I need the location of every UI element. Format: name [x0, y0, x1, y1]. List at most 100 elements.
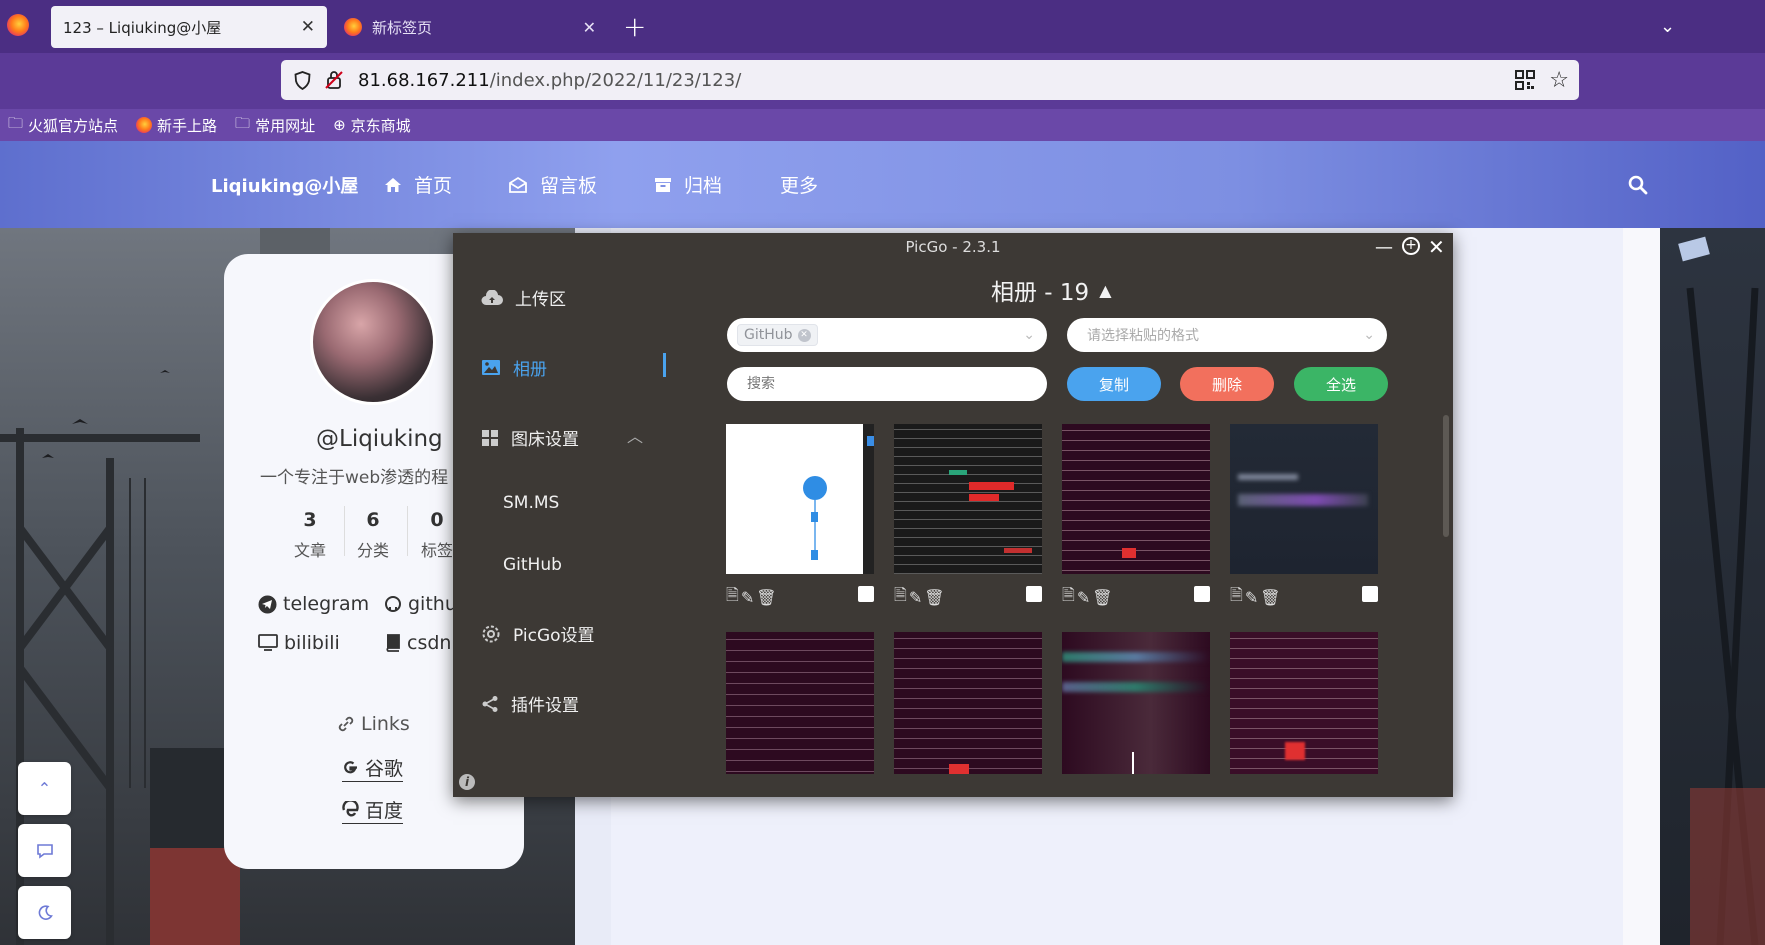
image-checkbox[interactable] [858, 586, 874, 602]
caret-up-icon[interactable]: ▲ [1099, 281, 1111, 300]
tab-close-icon[interactable]: ✕ [583, 18, 596, 37]
document-icon[interactable]: 🗎 [726, 584, 739, 611]
sidebar-label: PicGo设置 [513, 626, 595, 646]
nav-label: 归档 [684, 175, 723, 197]
link-baidu[interactable]: 百度 [342, 796, 404, 824]
minimize-icon[interactable]: — [1375, 237, 1393, 258]
tab-current[interactable]: 123 – Liqiuking@小屋 ✕ [51, 6, 327, 48]
album-image[interactable] [1230, 632, 1378, 774]
document-icon[interactable]: 🗎 [1230, 584, 1243, 611]
nav-home[interactable]: 首页 [384, 141, 452, 228]
folder-icon: 🗀 [235, 113, 251, 132]
site-brand[interactable]: Liqiuking@小屋 [211, 141, 358, 228]
insecure-lock-icon[interactable] [324, 70, 344, 90]
select-all-button[interactable]: 全选 [1294, 367, 1388, 401]
album-image[interactable] [894, 632, 1042, 774]
url-path: /index.php/2022/11/23/123/ [489, 69, 742, 91]
image-checkbox[interactable] [1362, 586, 1378, 602]
shield-icon[interactable] [292, 70, 312, 90]
chevron-up-icon: ⌃ [37, 779, 52, 798]
image-actions: 🗎 ✎ 🗑 [894, 584, 945, 611]
sidebar-item-github[interactable]: GitHub [503, 555, 562, 575]
url-text[interactable]: 81.68.167.211/index.php/2022/11/23/123/ [358, 70, 741, 91]
sidebar-item-smms[interactable]: SM.MS [503, 493, 559, 513]
nav-label: 首页 [414, 175, 453, 197]
sidebar-item-picbed-settings[interactable]: 图床设置 [481, 425, 579, 450]
tag-close-icon[interactable]: ✕ [797, 328, 811, 342]
qr-code-icon[interactable] [1515, 70, 1536, 90]
document-icon[interactable]: 🗎 [1062, 584, 1075, 611]
album-image[interactable] [1230, 424, 1378, 574]
edit-icon[interactable]: ✎ [1077, 588, 1090, 607]
bookmark-item[interactable]: 🗀 火狐官方站点 [8, 113, 118, 138]
tag-label: GitHub [744, 327, 793, 343]
image-checkbox[interactable] [1194, 586, 1210, 602]
trash-icon[interactable]: 🗑 [924, 588, 944, 607]
comment-icon [36, 843, 53, 859]
filter-tag[interactable]: GitHub ✕ [737, 324, 818, 346]
trash-icon[interactable]: 🗑 [1260, 588, 1280, 607]
social-bilibili[interactable]: bilibili [258, 632, 340, 654]
profile-bio: 一个专注于web渗透的程 [260, 468, 449, 488]
sidebar-item-album[interactable]: 相册 [481, 355, 547, 380]
copy-button[interactable]: 复制 [1067, 367, 1161, 401]
nav-guestbook[interactable]: 留言板 [508, 141, 597, 228]
firefox-tab-icon [344, 18, 362, 36]
edit-icon[interactable]: ✎ [909, 588, 922, 607]
bookmark-item[interactable]: 新手上路 [136, 115, 217, 136]
chevron-up-icon[interactable]: ︿ [627, 423, 643, 447]
tab-new-tab[interactable]: 新标签页 ✕ [332, 6, 608, 48]
bookmark-star-icon[interactable]: ☆ [1549, 68, 1569, 93]
new-tab-button[interactable]: + [623, 10, 646, 43]
social-github[interactable]: githul [384, 593, 462, 615]
trash-icon[interactable]: 🗑 [756, 588, 776, 607]
close-icon[interactable]: ✕ [1428, 235, 1445, 259]
delete-button[interactable]: 删除 [1180, 367, 1274, 401]
globe-icon: ⊕ [333, 116, 346, 134]
stat-categories[interactable]: 6 分类 [343, 509, 403, 561]
sidebar-item-upload[interactable]: 上传区 [481, 285, 566, 310]
dark-mode-button[interactable] [18, 886, 71, 939]
firefox-logo-icon[interactable] [7, 14, 29, 36]
links-heading: Links [337, 713, 410, 735]
social-telegram[interactable]: telegram [258, 593, 369, 615]
edit-icon[interactable]: ✎ [741, 588, 754, 607]
edit-icon[interactable]: ✎ [1245, 588, 1258, 607]
bookmark-item[interactable]: 🗀 常用网址 [235, 113, 315, 138]
bookmark-item[interactable]: ⊕ 京东商城 [333, 115, 411, 136]
album-image[interactable] [894, 424, 1042, 574]
link-google[interactable]: 谷歌 [342, 754, 404, 782]
scrollbar-thumb[interactable] [1443, 415, 1449, 537]
stat-value: 6 [366, 509, 380, 531]
window-title: PicGo - 2.3.1 [905, 238, 1001, 256]
scroll-top-button[interactable]: ⌃ [18, 762, 71, 815]
image-icon [482, 360, 500, 375]
sidebar-item-picgo-settings[interactable]: PicGo设置 [481, 621, 595, 646]
sidebar-item-plugin-settings[interactable]: 插件设置 [481, 691, 579, 716]
chevron-down-icon: ⌄ [1363, 327, 1375, 343]
document-icon[interactable]: 🗎 [894, 584, 907, 611]
image-checkbox[interactable] [1026, 586, 1042, 602]
bookmark-label: 常用网址 [255, 116, 316, 135]
picbed-filter-select[interactable]: GitHub ✕ ⌄ [727, 318, 1047, 352]
info-icon[interactable]: i [459, 774, 475, 790]
tab-close-icon[interactable]: ✕ [301, 17, 315, 37]
tab-bar: 123 – Liqiuking@小屋 ✕ 新标签页 ✕ + ⌄ [0, 0, 1765, 53]
album-image[interactable] [726, 632, 874, 774]
nav-more[interactable]: 更多 [780, 141, 818, 228]
album-image[interactable] [1062, 632, 1210, 774]
album-image[interactable] [1062, 424, 1210, 574]
maximize-icon[interactable]: + [1402, 237, 1420, 255]
stat-articles[interactable]: 3 文章 [280, 509, 340, 561]
search-icon[interactable] [1628, 141, 1648, 228]
tab-list-chevron-icon[interactable]: ⌄ [1660, 16, 1675, 37]
social-csdn[interactable]: csdn [384, 632, 451, 654]
nav-archive[interactable]: 归档 [654, 141, 722, 228]
trash-icon[interactable]: 🗑 [1092, 588, 1112, 607]
url-bar[interactable]: 81.68.167.211/index.php/2022/11/23/123/ … [281, 60, 1579, 100]
paste-format-select[interactable]: 请选择粘贴的格式 ⌄ [1067, 318, 1387, 352]
search-input[interactable] [727, 367, 1047, 401]
album-image[interactable] [726, 424, 874, 574]
comment-button[interactable] [18, 824, 71, 877]
tv-icon [258, 634, 278, 651]
